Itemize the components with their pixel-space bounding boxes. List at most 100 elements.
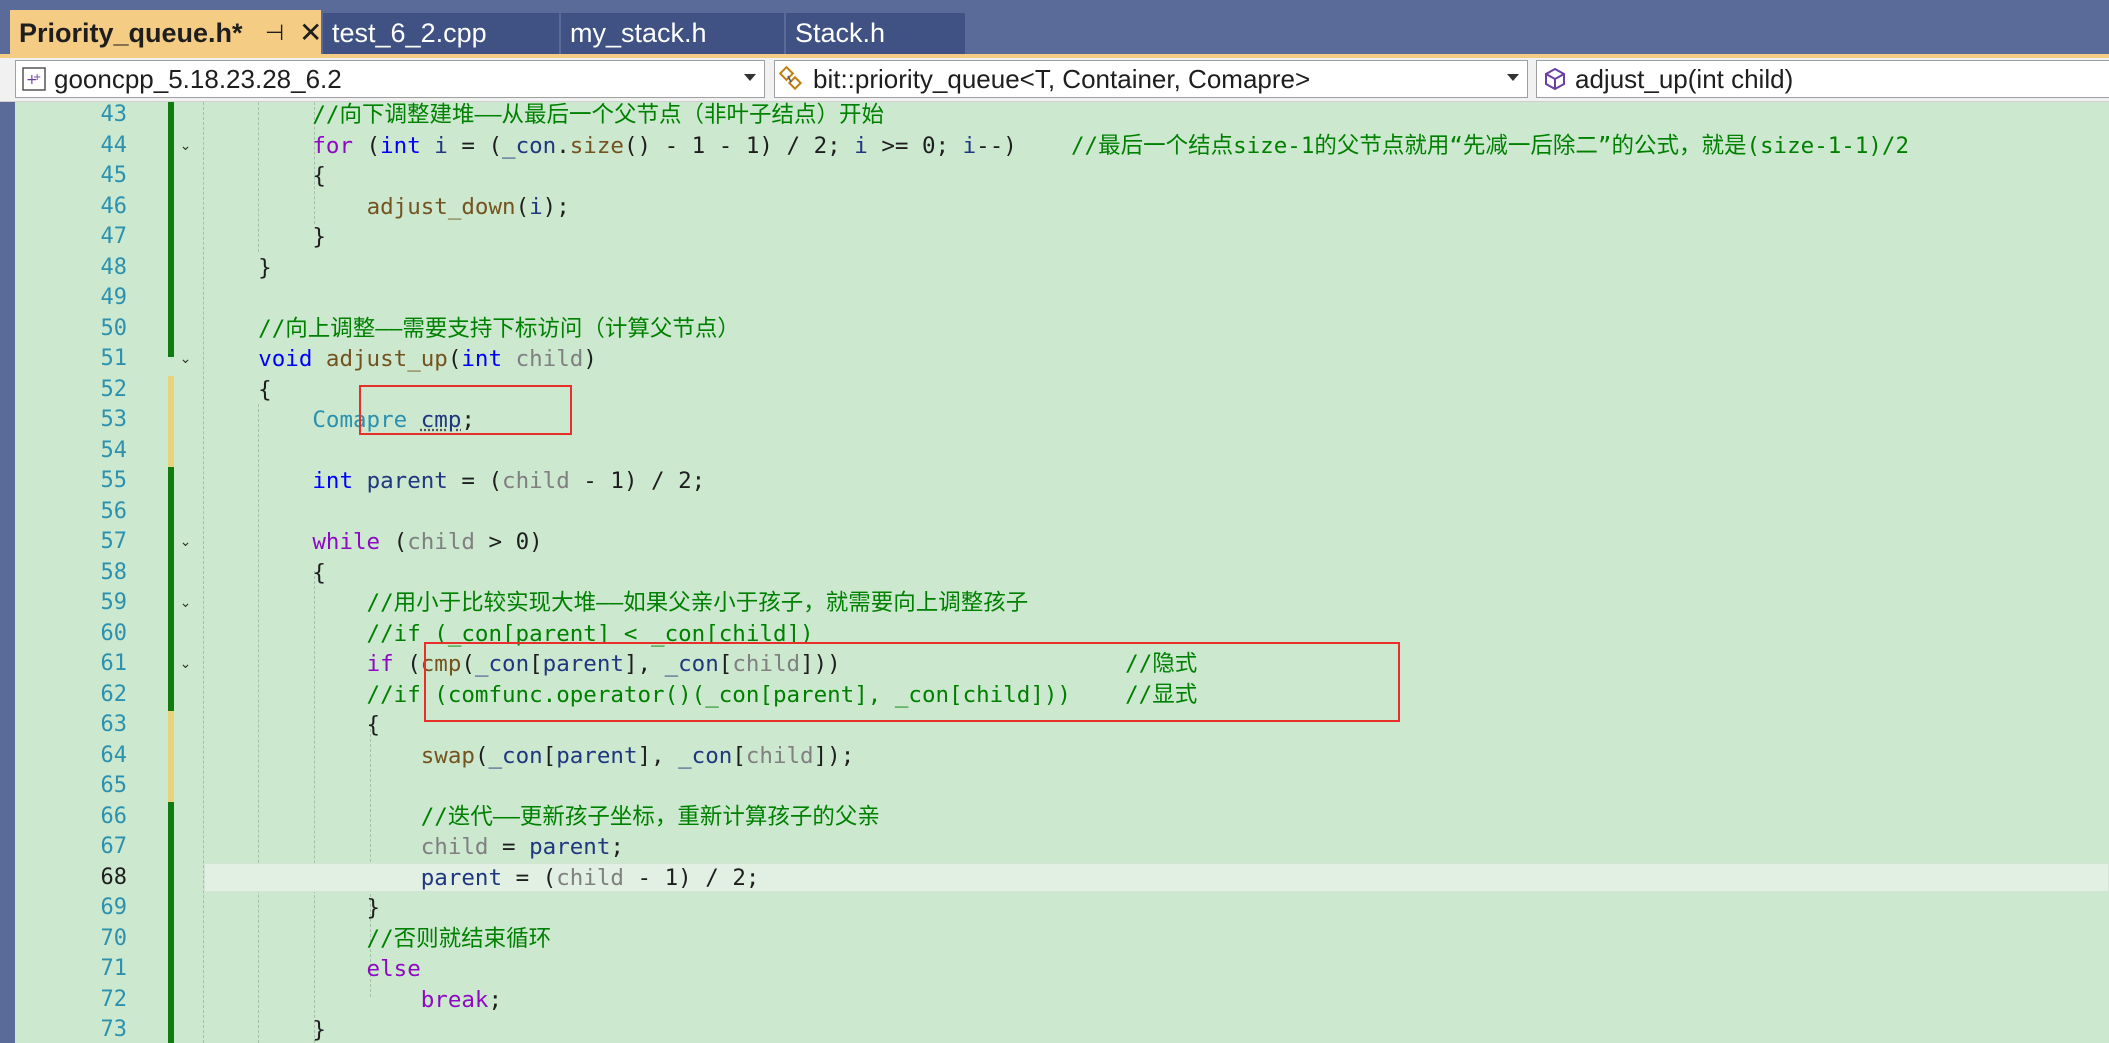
code-text[interactable]: while (child > 0)	[204, 527, 542, 558]
code-text[interactable]: }	[204, 893, 381, 924]
code-text[interactable]: adjust_down(i);	[204, 192, 570, 223]
code-text[interactable]: {	[204, 558, 326, 589]
class-icon	[779, 66, 807, 92]
chevron-down-icon[interactable]	[1507, 74, 1519, 81]
code-text[interactable]: {	[204, 710, 381, 741]
code-line: 51 ⌄ void adjust_up(int child)	[15, 344, 2109, 375]
line-number: 48	[100, 254, 128, 280]
code-text[interactable]: //向下调整建堆——从最后一个父节点（非叶子结点）开始	[204, 102, 884, 131]
param-child: child	[407, 529, 475, 555]
var-parent: parent	[366, 468, 448, 494]
keyword-int: int	[380, 132, 421, 159]
code-line: 59 ⌄ //用小于比较实现大堆——如果父亲小于孩子，就需要向上调整孩子	[15, 588, 2109, 619]
line-number: 46	[100, 193, 128, 219]
close-icon[interactable]: ✕	[299, 19, 322, 47]
svg-text:+: +	[33, 72, 41, 83]
code-text[interactable]: //否则就结束循环	[204, 924, 552, 955]
line-number: 45	[100, 163, 128, 188]
code-editor[interactable]: 43 //向下调整建堆——从最后一个父节点（非叶子结点）开始 44 ⌄ for …	[15, 102, 2109, 1043]
cpp-project-icon: + +	[20, 66, 48, 92]
fold-collapse-icon[interactable]: ⌄	[179, 596, 192, 610]
code-text[interactable]: else	[204, 954, 421, 985]
code-text[interactable]: child = parent;	[204, 832, 624, 863]
line-number: 53	[100, 407, 128, 432]
tab-label: Stack.h	[795, 18, 886, 48]
line-number: 66	[100, 803, 128, 829]
line-number: 43	[100, 102, 128, 127]
pin-icon[interactable]: ⊣	[265, 20, 284, 46]
code-text[interactable]: parent = (child - 1) / 2;	[204, 863, 760, 894]
line-number: 52	[100, 376, 128, 402]
code-line: 44 ⌄ for (int i = (_con.size() - 1 - 1) …	[15, 131, 2109, 162]
code-line: 56	[15, 497, 2109, 528]
code-line: 64 swap(_con[parent], _con[child]);	[15, 741, 2109, 772]
member-con: _con	[502, 132, 557, 159]
member-name: adjust_up(int child)	[1575, 63, 1794, 94]
code-text[interactable]: //用小于比较实现大堆——如果父亲小于孩子，就需要向上调整孩子	[204, 588, 1029, 619]
code-text[interactable]: }	[204, 253, 272, 284]
code-line: 43 //向下调整建堆——从最后一个父节点（非叶子结点）开始	[15, 102, 2109, 131]
tab-stack-h[interactable]: Stack.h	[786, 13, 966, 54]
tab-label: my_stack.h	[570, 18, 707, 48]
code-text[interactable]: break;	[204, 985, 502, 1016]
code-text[interactable]: }	[204, 222, 326, 253]
method-cube-icon	[1541, 66, 1569, 92]
code-line: 67 child = parent;	[15, 832, 2109, 863]
code-line: 50 //向上调整——需要支持下标访问（计算父节点）	[15, 314, 2109, 345]
code-text[interactable]: {	[204, 375, 272, 406]
line-number: 60	[100, 620, 128, 646]
code-line: 69 }	[15, 893, 2109, 924]
code-line: 66 //迭代——更新孩子坐标，重新计算孩子的父亲	[15, 802, 2109, 833]
fold-collapse-icon[interactable]: ⌄	[179, 139, 192, 153]
comment-parent-formula: //最后一个结点size-1的父节点就用“先减一后除二”的公式，就是(size-…	[1071, 132, 1910, 159]
var-parent: parent	[556, 742, 638, 769]
fold-collapse-icon[interactable]: ⌄	[179, 535, 192, 549]
chevron-down-icon[interactable]	[744, 74, 756, 81]
line-number: 71	[100, 956, 128, 981]
code-line: 48 }	[15, 253, 2109, 284]
code-line: 49	[15, 283, 2109, 314]
fn-size: size	[569, 132, 624, 159]
scope-name: bit::priority_queue<T, Container, Comapr…	[813, 63, 1311, 94]
param-child: child	[556, 864, 624, 891]
param-child: child	[515, 346, 584, 372]
code-text[interactable]: //迭代——更新孩子坐标，重新计算孩子的父亲	[204, 802, 880, 833]
code-text[interactable]: void adjust_up(int child)	[204, 344, 597, 375]
param-child: child	[420, 834, 489, 860]
code-text[interactable]: int parent = (child - 1) / 2;	[204, 466, 705, 497]
tab-my-stack-h[interactable]: my_stack.h	[561, 13, 785, 54]
code-text[interactable]: swap(_con[parent], _con[child]);	[204, 741, 855, 772]
code-line: 71 else	[15, 954, 2109, 985]
line-number: 67	[100, 834, 128, 859]
keyword-if: if	[366, 651, 394, 677]
line-number: 57	[100, 529, 128, 554]
tab-priority-queue-h[interactable]: Priority_queue.h* ⊣ ✕	[10, 10, 322, 56]
code-line: 53 Comapre cmp;	[15, 405, 2109, 436]
line-number: 49	[100, 285, 128, 310]
member-dropdown[interactable]: adjust_up(int child)	[1536, 60, 2109, 98]
code-text[interactable]: }	[204, 1015, 326, 1043]
fold-collapse-icon[interactable]: ⌄	[179, 657, 192, 671]
code-text[interactable]: //向上调整——需要支持下标访问（计算父节点）	[204, 314, 740, 345]
line-number: 54	[100, 437, 128, 463]
project-dropdown[interactable]: + + gooncpp_5.18.23.28_6.2	[15, 60, 765, 98]
var-i: i	[854, 132, 868, 159]
keyword-int: int	[461, 346, 503, 372]
code-text[interactable]: for (int i = (_con.size() - 1 - 1) / 2; …	[204, 131, 1909, 162]
line-number: 62	[100, 681, 128, 707]
keyword-int: int	[312, 468, 354, 494]
code-text[interactable]: {	[204, 161, 326, 192]
var-i: i	[962, 132, 977, 159]
tab-test-6-2-cpp[interactable]: test_6_2.cpp	[323, 13, 560, 54]
tab-label: Priority_queue.h*	[19, 17, 243, 48]
param-child: child	[745, 742, 814, 769]
document-tab-bar: Priority_queue.h* ⊣ ✕ test_6_2.cpp my_st…	[0, 0, 2109, 56]
code-line-current: 68 parent = (child - 1) / 2;	[15, 862, 2109, 894]
scope-dropdown[interactable]: bit::priority_queue<T, Container, Comapr…	[774, 60, 1528, 98]
fn-adjust-down: adjust_down	[366, 193, 516, 220]
fold-collapse-icon[interactable]: ⌄	[179, 352, 192, 366]
fn-adjust-up: adjust_up	[325, 346, 448, 372]
